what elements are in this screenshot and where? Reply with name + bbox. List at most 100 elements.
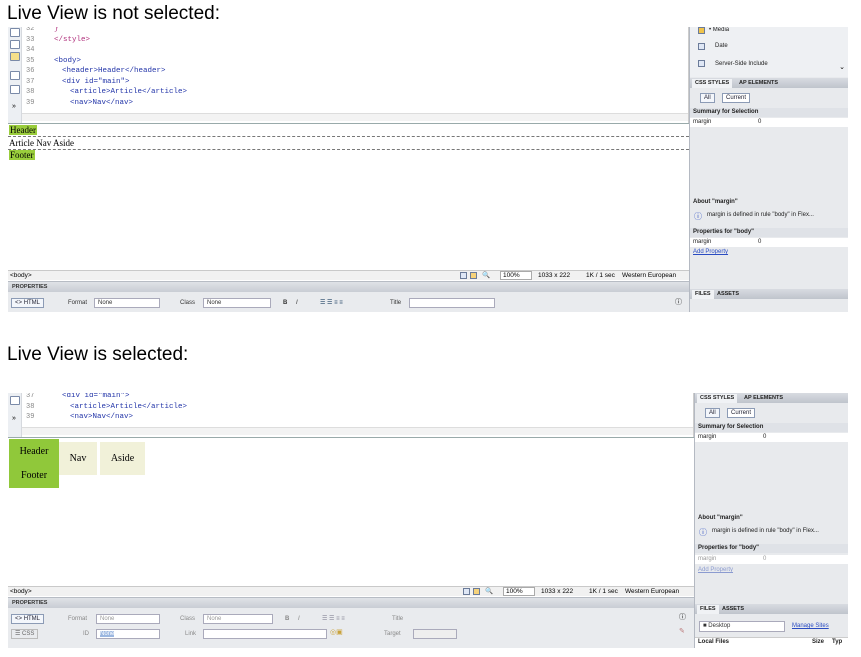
tab-css-styles[interactable]: CSS STYLES [692,79,733,88]
tab-css-styles[interactable]: CSS STYLES [697,394,738,403]
comment-icon[interactable] [10,71,20,80]
line-number: 36 [26,67,35,75]
link-input[interactable] [203,629,327,639]
tab-assets[interactable]: ASSETS [714,290,742,299]
more-tools-icon[interactable]: » [12,415,16,422]
title-input[interactable] [409,298,495,308]
help-icon[interactable]: ⓘ [679,612,686,622]
tab-files[interactable]: FILES [697,605,719,614]
about-title: About "margin" [693,199,738,205]
current-button[interactable]: Current [727,408,756,418]
id-value: None [100,631,115,637]
tag-selector[interactable]: <body> [10,272,32,279]
right-panel-group: CSS STYLES AP ELEMENTS All Current Summa… [694,393,848,648]
hand-tool-icon[interactable] [473,588,480,595]
select-tool-icon[interactable] [460,272,467,279]
code-line[interactable]: <nav>Nav</nav> [70,99,133,107]
property-row[interactable]: margin 0 [695,555,848,564]
select-tool-icon[interactable] [463,588,470,595]
live-header-footer-block[interactable]: Header Footer [9,439,59,488]
list-buttons-icon[interactable]: ☰ ☰ ≡ ≡ [320,298,343,308]
code-line[interactable]: <body> [54,57,81,65]
collapse-icon[interactable] [10,28,20,37]
add-property-link[interactable]: Add Property [690,248,848,257]
list-buttons-icon[interactable]: ☰ ☰ ≡ ≡ [322,614,345,624]
tab-ap-elements[interactable]: AP ELEMENTS [741,394,786,403]
comment-icon[interactable] [10,396,20,405]
wrap-icon[interactable] [10,85,20,94]
code-scrollbar-horizontal[interactable] [22,113,688,121]
insert-item-date[interactable]: Date [712,42,848,51]
manage-sites-link[interactable]: Manage Sites [789,622,848,631]
tab-assets[interactable]: ASSETS [719,605,747,614]
zoom-icon[interactable]: 🔍 [482,271,490,279]
code-scrollbar-horizontal[interactable] [22,427,693,435]
format-select[interactable]: None [96,614,160,624]
css-mode-button[interactable]: ☰ CSS [11,629,39,639]
code-line[interactable]: } [54,27,59,33]
tab-files[interactable]: FILES [692,290,714,299]
zoom-icon[interactable]: 🔍 [485,587,493,595]
bold-button[interactable]: B [283,298,287,308]
code-view[interactable]: » 37 <div id="main"> 38 <article>Article</a… [8,393,694,437]
zoom-select[interactable]: 100% [500,271,532,280]
code-line[interactable]: <nav>Nav</nav> [70,413,133,421]
italic-button[interactable]: I [298,614,300,624]
format-select[interactable]: None [94,298,160,308]
code-line[interactable]: <article>Article</article> [70,403,187,411]
target-select[interactable] [413,629,457,639]
design-header-block[interactable]: Header [9,125,37,135]
expand-icon[interactable] [10,40,20,49]
all-button[interactable]: All [705,408,720,418]
summary-row[interactable]: margin 0 [695,433,848,442]
code-line[interactable]: </style> [54,36,90,44]
help-icon[interactable]: ⓘ [675,297,682,307]
id-select[interactable]: None [96,629,160,639]
more-tools-icon[interactable]: » [12,103,16,110]
code-line[interactable]: <div id="main"> [62,393,130,400]
design-main-block[interactable]: Article Nav Aside [9,138,74,148]
current-button[interactable]: Current [722,93,751,103]
property-value: 0 [763,556,767,562]
insert-item-ssi[interactable]: Server-Side Include [712,60,848,69]
class-select[interactable]: None [203,614,273,624]
class-select[interactable]: None [203,298,271,308]
add-property-link[interactable]: Add Property [695,566,848,575]
properties-panel: PROPERTIES <> HTML Format None Class Non… [8,281,689,312]
select-parent-icon[interactable] [10,52,20,61]
edit-icon[interactable]: ✎ [679,627,685,635]
code-view[interactable]: » 32} 33 </style> 34 35 <body> 36 <header>Heade… [8,27,689,123]
properties-title: PROPERTIES [8,598,694,608]
design-view[interactable]: Header Article Nav Aside Footer [8,123,689,270]
zoom-select[interactable]: 100% [503,587,535,596]
summary-title: Summary for Selection [690,108,848,117]
code-line[interactable]: <header>Header</header> [62,67,166,75]
window-size[interactable]: 1033 x 222 [538,272,570,279]
live-nav-block[interactable]: Nav [59,442,97,475]
hand-tool-icon[interactable] [470,272,477,279]
type-header[interactable]: Typ [829,638,848,647]
chevron-down-icon[interactable]: ⌄ [839,63,845,71]
download-time: 1K / 1 sec [586,272,615,279]
property-row[interactable]: margin 0 [690,238,848,247]
code-line[interactable]: <div id="main"> [62,78,130,86]
italic-button[interactable]: I [296,298,298,308]
summary-row[interactable]: margin 0 [690,118,848,127]
design-footer-block[interactable]: Footer [9,150,35,160]
tag-selector[interactable]: <body> [10,588,32,595]
window-size[interactable]: 1033 x 222 [541,588,573,595]
line-number: 37 [26,393,35,400]
live-view[interactable]: Header Footer Nav Aside [8,437,694,586]
all-button[interactable]: All [700,93,715,103]
about-text: margin is defined in rule "body" in Flex… [707,212,814,218]
site-select[interactable]: ■ Desktop [699,621,785,632]
html-mode-button[interactable]: <> HTML [11,298,45,308]
line-number: 32 [26,27,35,33]
browse-folder-icon[interactable]: ◎▣ [330,628,343,636]
insert-item-media[interactable]: • Media [706,27,848,35]
code-line[interactable]: <article>Article</article> [70,88,187,96]
html-mode-button[interactable]: <> HTML [11,614,45,624]
tab-ap-elements[interactable]: AP ELEMENTS [736,79,781,88]
live-aside-block[interactable]: Aside [100,442,145,475]
bold-button[interactable]: B [285,614,289,624]
